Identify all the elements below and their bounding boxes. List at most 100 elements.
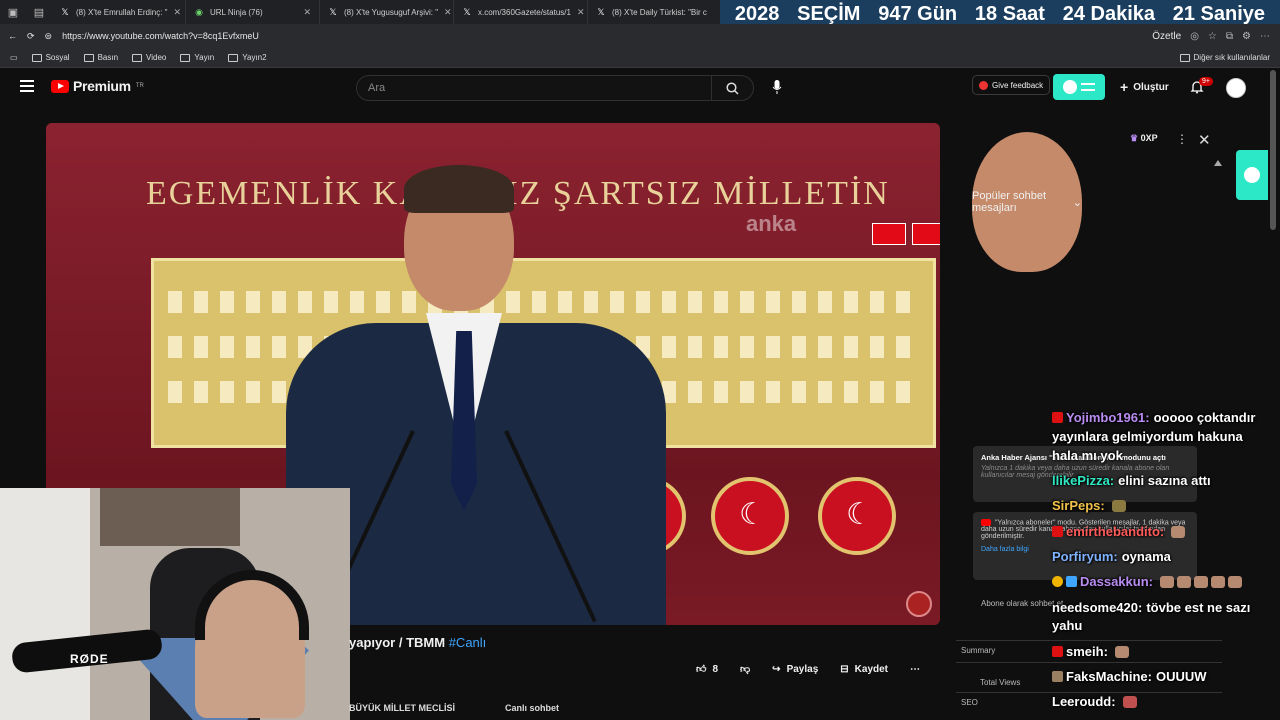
- create-button[interactable]: + Oluştur: [1120, 79, 1169, 95]
- extensions-icon[interactable]: ⧉: [1226, 31, 1233, 42]
- browser-tab[interactable]: ◉ URL Ninja (76) ✕: [186, 0, 320, 24]
- xp-counter[interactable]: ♛ 0XP: [1130, 133, 1158, 144]
- x-logo-icon: 𝕏: [61, 7, 69, 17]
- chat-mode-dropdown[interactable]: Popüler sohbet mesajları ⌄: [972, 132, 1082, 272]
- chat-more-icon[interactable]: ⋮: [1176, 132, 1188, 146]
- subscriber-mode-info: "Yalnızca aboneler" modu. Gösterilen mes…: [973, 512, 1197, 580]
- settings-icon[interactable]: ⚙: [1242, 31, 1251, 42]
- emote-icon: [1227, 576, 1242, 588]
- share-icon: ↪: [772, 663, 781, 675]
- badge-icon: [1052, 526, 1063, 537]
- site-info-icon[interactable]: ⊜: [45, 31, 53, 42]
- countdown-minutes: 24 Dakika: [1062, 3, 1155, 25]
- bookmark-folder[interactable]: Yayın2: [228, 53, 267, 62]
- seo-label: SEO: [961, 698, 978, 707]
- emote-icon: [1210, 576, 1225, 588]
- microphone-icon[interactable]: [772, 80, 782, 94]
- broadcaster-logo-icon: [906, 591, 932, 617]
- close-tab-icon[interactable]: ✕: [303, 7, 311, 18]
- overlay-chat-line: SirPeps:: [1052, 498, 1126, 513]
- summarize-button[interactable]: Özetle: [1152, 31, 1181, 42]
- page-scrollbar[interactable]: [1270, 70, 1276, 230]
- plus-icon: +: [1120, 79, 1129, 95]
- countdown-year: 2028: [734, 3, 780, 25]
- emote-icon: [1171, 526, 1186, 538]
- crown-icon: ♛: [1130, 133, 1139, 143]
- folder-icon: [228, 53, 239, 62]
- search-input[interactable]: Ara: [357, 82, 711, 94]
- hashtag-link[interactable]: #Canlı: [449, 635, 487, 650]
- badge-icon: [1052, 412, 1063, 423]
- tab-actions-icon[interactable]: ▤: [26, 0, 52, 24]
- chevron-down-icon: ⌄: [1072, 196, 1082, 209]
- give-feedback-button[interactable]: Give feedback: [972, 75, 1051, 95]
- bookmark-folder[interactable]: Basın: [83, 53, 118, 62]
- search-box[interactable]: Ara: [356, 75, 754, 101]
- dislike-button[interactable]: 👎︎: [740, 663, 750, 675]
- favorite-star-icon[interactable]: ☆: [1208, 31, 1217, 42]
- other-bookmarks[interactable]: Diğer sık kullanılanlar: [1179, 53, 1280, 62]
- close-chat-icon[interactable]: ✕: [1198, 131, 1211, 149]
- close-tab-icon[interactable]: ✕: [174, 7, 182, 18]
- like-button[interactable]: 👍︎ 8: [696, 663, 718, 676]
- youtube-header: Premium TR Ara Give feedback + Oluştur 9+: [0, 70, 1280, 106]
- more-menu-icon[interactable]: ⋯: [1260, 31, 1270, 42]
- close-tab-icon[interactable]: ✕: [444, 7, 452, 18]
- mic-brand-label: RØDE: [70, 652, 109, 666]
- badge-icon: [1052, 646, 1063, 657]
- bookmark-folder[interactable]: Yayın: [180, 53, 214, 62]
- search-button[interactable]: [711, 76, 753, 100]
- folder-icon: [1179, 53, 1190, 62]
- address-bar: ← ⟳ ⊜ https://www.youtube.com/watch?v=8c…: [0, 24, 1280, 48]
- more-actions-button[interactable]: ⋯: [910, 664, 920, 675]
- extension-toggle-button[interactable]: [1053, 74, 1105, 100]
- extension-menu-icon: [1081, 83, 1095, 91]
- url-ninja-icon: ◉: [195, 7, 203, 17]
- x-logo-icon: 𝕏: [597, 7, 605, 17]
- thumbs-up-icon: 👍︎: [696, 664, 707, 675]
- youtube-logo[interactable]: Premium TR: [51, 78, 144, 94]
- save-button[interactable]: ⊟ Kaydet: [840, 664, 888, 675]
- bookmark-folder[interactable]: Sosyal: [31, 53, 70, 62]
- overlay-chat-line: emirthebandito:: [1052, 524, 1186, 539]
- turkish-flag-icon: [912, 223, 940, 245]
- overlay-chat-line: FaksMachine: OUUUW: [1052, 669, 1207, 684]
- live-chat-tab[interactable]: Canlı sohbet: [505, 703, 559, 713]
- browser-tab[interactable]: 𝕏 (8) X'te Emrullah Erdinç: " ✕: [52, 0, 186, 24]
- browser-tab[interactable]: 𝕏 (8) X'te Daily Türkist: "Bir c: [588, 0, 722, 24]
- avatar[interactable]: [1226, 78, 1246, 98]
- countdown-label: SEÇİM: [797, 3, 861, 25]
- browser-tab[interactable]: 𝕏x.com/360Gazete/status/1 ✕: [454, 0, 588, 24]
- side-extension-button[interactable]: [1236, 150, 1268, 200]
- subscribe-to-chat-note: Abone olarak sohbet et: [981, 599, 1064, 608]
- close-tab-icon[interactable]: ✕: [577, 7, 585, 18]
- parliament-seal-icon: [711, 477, 789, 555]
- bookmark-folder[interactable]: Video: [132, 53, 166, 62]
- streamer-webcam: RØDE: [0, 488, 350, 720]
- emote-icon: [1114, 646, 1129, 658]
- workspaces-icon[interactable]: ▣: [0, 0, 26, 24]
- reading-list-icon[interactable]: ▭: [10, 53, 18, 62]
- thumbs-down-icon: 👎︎: [740, 664, 751, 675]
- scroll-up-icon[interactable]: [1214, 160, 1222, 166]
- channel-name[interactable]: BÜYÜK MİLLET MECLİSİ: [349, 703, 455, 713]
- translate-icon[interactable]: ◎: [1190, 31, 1199, 42]
- reload-icon[interactable]: ⟳: [27, 31, 35, 42]
- countdown-hours: 18 Saat: [974, 3, 1045, 25]
- youtube-mini-icon: [981, 519, 991, 526]
- turkish-flag-icon: [872, 223, 906, 245]
- share-button[interactable]: ↪ Paylaş: [772, 664, 818, 675]
- video-title: yapıyor / TBMM #Canlı: [349, 635, 487, 650]
- browser-tab[interactable]: 𝕏 (8) X'te Yugusuguf Arşivi: " ✕: [320, 0, 454, 24]
- url-field[interactable]: https://www.youtube.com/watch?v=8cq1Evfx…: [62, 31, 259, 41]
- emote-icon: [1193, 576, 1208, 588]
- more-icon: ⋯: [910, 663, 921, 675]
- emote-icon: [1159, 576, 1174, 588]
- countdown-seconds: 21 Saniye: [1172, 3, 1266, 25]
- badge-icon: [1052, 671, 1063, 682]
- total-views-label: Total Views: [980, 678, 1021, 687]
- menu-icon[interactable]: [20, 80, 34, 92]
- back-icon[interactable]: ←: [8, 31, 17, 41]
- notification-badge: 9+: [1199, 77, 1213, 86]
- search-icon: [726, 81, 739, 95]
